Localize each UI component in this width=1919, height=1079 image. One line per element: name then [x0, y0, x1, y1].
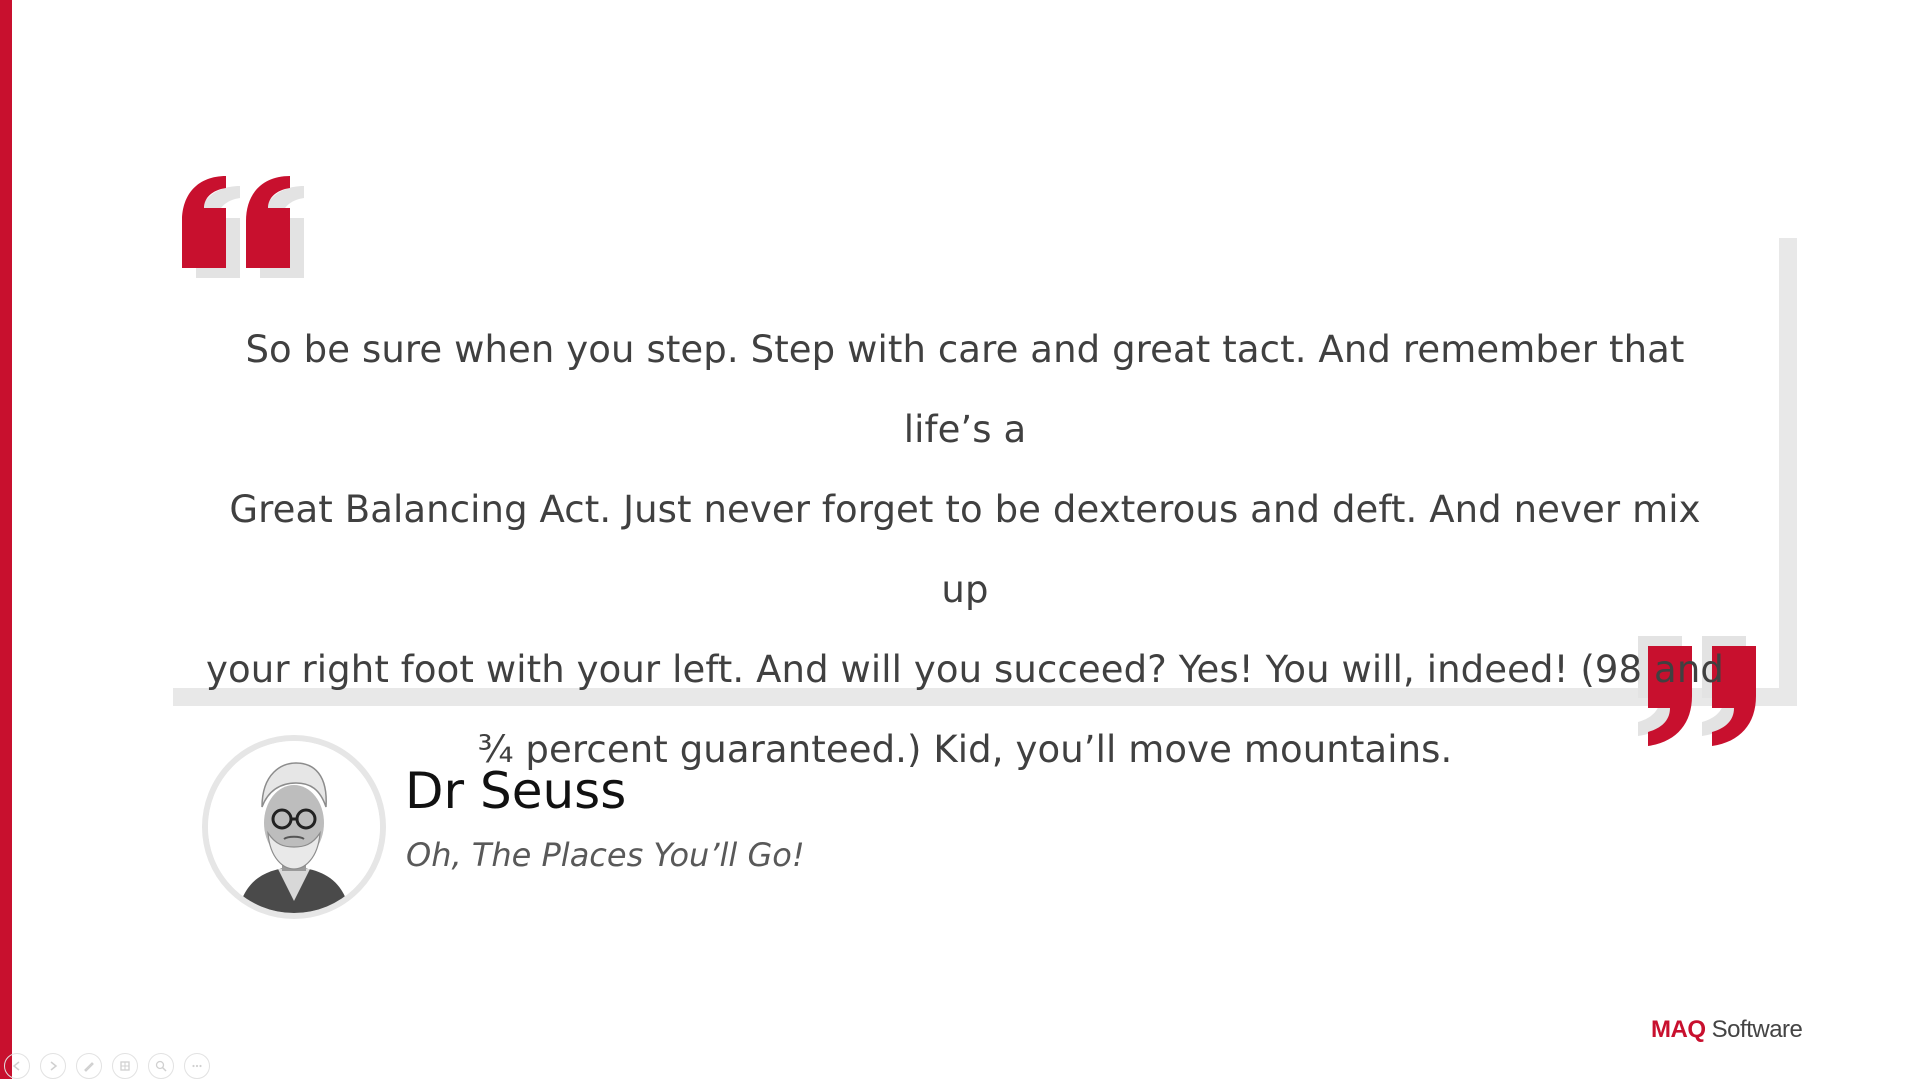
more-options-button[interactable]: [184, 1053, 210, 1079]
previous-slide-icon: [12, 1061, 20, 1071]
previous-slide-button[interactable]: [4, 1053, 30, 1079]
slides-grid-icon: [120, 1061, 130, 1071]
presentation-controls: [4, 1053, 210, 1079]
author-portrait: [208, 741, 380, 913]
open-quote-icon: [182, 176, 304, 278]
quote-line: Great Balancing Act. Just never forget t…: [229, 488, 1701, 611]
author-name: Dr Seuss: [405, 762, 627, 820]
slide: So be sure when you step. Step with care…: [0, 0, 1919, 1079]
logo-suffix: Software: [1705, 1016, 1803, 1043]
accent-bar: [0, 0, 12, 1079]
quote-frame-right: [1779, 238, 1797, 706]
zoom-button[interactable]: [148, 1053, 174, 1079]
quote-line: your right foot with your left. And will…: [206, 648, 1724, 691]
company-logo: MAQ Software: [1651, 1016, 1803, 1044]
author-avatar: [202, 735, 386, 919]
next-slide-button[interactable]: [40, 1053, 66, 1079]
next-slide-icon: [50, 1061, 58, 1071]
quote-line: So be sure when you step. Step with care…: [245, 328, 1685, 451]
zoom-icon: [155, 1060, 167, 1072]
pen-icon: [84, 1062, 94, 1072]
slides-grid-button[interactable]: [112, 1053, 138, 1079]
author-work-title: Oh, The Places You’ll Go!: [406, 836, 805, 874]
logo-brand: MAQ: [1651, 1016, 1706, 1043]
quote-text: So be sure when you step. Step with care…: [200, 310, 1730, 790]
pen-button[interactable]: [76, 1053, 102, 1079]
more-options-icon: [192, 1064, 202, 1068]
